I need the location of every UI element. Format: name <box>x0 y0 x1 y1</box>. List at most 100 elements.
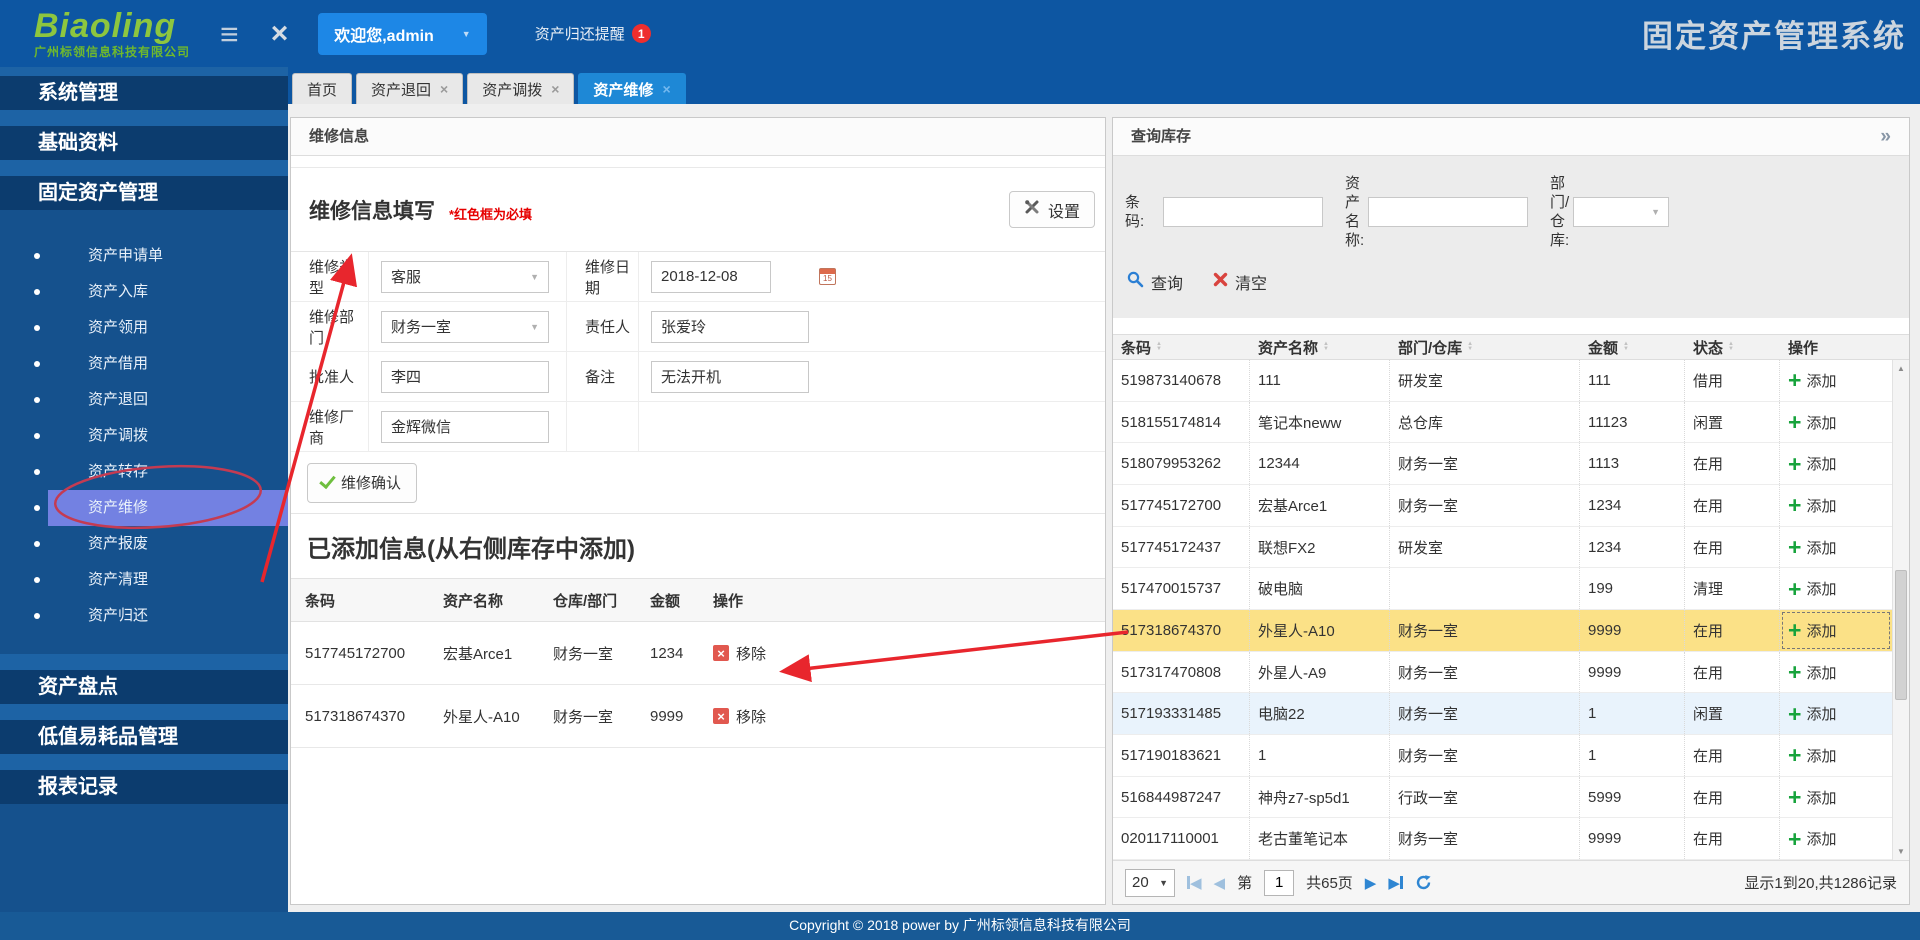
column-header[interactable]: 部门/仓库▲▼ <box>1390 335 1580 359</box>
remark-input[interactable] <box>651 361 809 393</box>
table-row[interactable]: 517745172700宏基Arce1财务一室1234在用+添加 <box>1113 485 1892 527</box>
add-button[interactable]: +添加 <box>1788 453 1836 474</box>
add-button[interactable]: +添加 <box>1788 620 1836 641</box>
cell: 517745172700 <box>1113 485 1250 526</box>
cell: 517318674370 <box>291 685 429 747</box>
table-row[interactable]: 517470015737破电脑199清理+添加 <box>1113 568 1892 610</box>
prev-page-button[interactable]: ◀ <box>1214 874 1226 892</box>
sort-icon[interactable]: ▲▼ <box>1467 342 1473 352</box>
add-button[interactable]: +添加 <box>1788 370 1836 391</box>
hamburger-menu-icon[interactable]: ≡ <box>220 18 239 50</box>
add-button[interactable]: +添加 <box>1788 495 1836 516</box>
sidebar-section[interactable]: 系统管理 <box>0 76 288 110</box>
scrollbar-thumb[interactable] <box>1895 570 1907 700</box>
table-row[interactable]: 517745172437联想FX2研发室1234在用+添加 <box>1113 527 1892 569</box>
table-row[interactable]: 518155174814笔记本neww总仓库11123闲置+添加 <box>1113 402 1892 444</box>
name-search-input[interactable] <box>1368 197 1528 227</box>
sort-icon[interactable]: ▲▼ <box>1156 342 1162 352</box>
tab-资产维修[interactable]: 资产维修× <box>578 73 685 104</box>
scroll-up-icon[interactable]: ▲ <box>1893 360 1909 377</box>
sort-icon[interactable]: ▲▼ <box>1323 342 1329 352</box>
owner-input[interactable] <box>651 311 809 343</box>
scrollbar[interactable]: ▲ ▼ <box>1892 360 1909 860</box>
page-size-select[interactable]: 20 ▼ <box>1125 869 1175 897</box>
sidebar-item[interactable]: 资产领用 <box>0 310 288 346</box>
vendor-label: 维修厂商 <box>291 402 369 452</box>
add-button[interactable]: +添加 <box>1788 787 1836 808</box>
sidebar-item[interactable]: 资产报废 <box>0 526 288 562</box>
column-header[interactable]: 状态▲▼ <box>1685 335 1780 359</box>
sidebar-section[interactable]: 低值易耗品管理 <box>0 720 288 754</box>
user-menu-button[interactable]: 欢迎您,admin ▼ <box>318 13 487 55</box>
page-number-input[interactable] <box>1264 870 1294 896</box>
tab-close-icon[interactable]: × <box>440 81 448 97</box>
repair-type-select[interactable]: 客服 ▼ <box>381 261 549 293</box>
column-header[interactable]: 条码▲▼ <box>1113 335 1250 359</box>
sidebar-item[interactable]: 资产维修 <box>0 490 288 526</box>
column-header[interactable]: 资产名称▲▼ <box>1250 335 1390 359</box>
refresh-button[interactable] <box>1415 874 1432 891</box>
table-row[interactable]: 517318674370外星人-A10财务一室9999在用+添加 <box>1113 610 1892 652</box>
cell: 517745172700 <box>291 622 429 684</box>
add-button[interactable]: +添加 <box>1788 703 1836 724</box>
sidebar-item[interactable]: 资产归还 <box>0 598 288 634</box>
sort-icon[interactable]: ▲▼ <box>1728 342 1734 352</box>
table-row[interactable]: 516844987247神舟z7-sp5d1行政一室5999在用+添加 <box>1113 777 1892 819</box>
table-row[interactable]: 517193331485电脑22财务一室1闲置+添加 <box>1113 693 1892 735</box>
sidebar-item[interactable]: 资产申请单 <box>0 238 288 274</box>
barcode-search-input[interactable] <box>1163 197 1323 227</box>
sidebar-section[interactable]: 资产盘点 <box>0 670 288 704</box>
repair-confirm-button[interactable]: 维修确认 <box>307 463 417 503</box>
next-page-button[interactable]: ▶ <box>1365 874 1377 892</box>
add-button[interactable]: +添加 <box>1788 412 1836 433</box>
tab-资产调拨[interactable]: 资产调拨× <box>467 73 574 104</box>
sidebar-item[interactable]: 资产转存 <box>0 454 288 490</box>
last-page-button[interactable]: ▶ <box>1388 874 1403 892</box>
table-row[interactable]: 5171901836211财务一室1在用+添加 <box>1113 735 1892 777</box>
tab-close-icon[interactable]: × <box>551 81 559 97</box>
tab-首页[interactable]: 首页 <box>292 73 352 104</box>
remove-button[interactable]: ×移除 <box>713 706 766 727</box>
tab-close-icon[interactable]: × <box>662 81 670 97</box>
asset-return-reminder[interactable]: 资产归还提醒 1 <box>535 23 651 44</box>
column-header[interactable]: 金额▲▼ <box>1580 335 1685 359</box>
first-page-button[interactable]: ◀ <box>1187 874 1202 892</box>
logo: Biaoling 广州标领信息科技有限公司 <box>34 9 190 58</box>
calendar-icon[interactable] <box>819 268 836 285</box>
add-button[interactable]: +添加 <box>1788 537 1836 558</box>
clear-button[interactable]: 清空 <box>1213 270 1267 294</box>
add-button[interactable]: +添加 <box>1788 578 1836 599</box>
repair-dept-select[interactable]: 财务一室 ▼ <box>381 311 549 343</box>
table-row[interactable]: 517317470808外星人-A9财务一室9999在用+添加 <box>1113 652 1892 694</box>
record-summary: 显示1到20,共1286记录 <box>1744 872 1897 893</box>
collapse-chevrons-icon[interactable]: » <box>1880 118 1891 155</box>
sidebar-item[interactable]: 资产调拨 <box>0 418 288 454</box>
remove-button[interactable]: ×移除 <box>713 643 766 664</box>
close-icon[interactable]: × <box>271 19 289 49</box>
approver-input[interactable] <box>381 361 549 393</box>
table-row[interactable]: 519873140678111研发室111借用+添加 <box>1113 360 1892 402</box>
add-button[interactable]: +添加 <box>1788 745 1836 766</box>
repair-date-input[interactable] <box>651 261 771 293</box>
tab-资产退回[interactable]: 资产退回× <box>356 73 463 104</box>
sidebar-item[interactable]: 资产退回 <box>0 382 288 418</box>
sidebar-item[interactable]: 资产入库 <box>0 274 288 310</box>
table-row[interactable]: 020117110001老古董笔记本财务一室9999在用+添加 <box>1113 818 1892 860</box>
sidebar-item[interactable]: 资产清理 <box>0 562 288 598</box>
vendor-input[interactable] <box>381 411 549 443</box>
scroll-down-icon[interactable]: ▼ <box>1893 843 1909 860</box>
table-row[interactable]: 51807995326212344财务一室1113在用+添加 <box>1113 443 1892 485</box>
settings-button[interactable]: 设置 <box>1009 191 1095 228</box>
sidebar-section[interactable]: 报表记录 <box>0 770 288 804</box>
cell: 财务一室 <box>1390 693 1580 734</box>
bullet-icon <box>34 361 40 367</box>
sort-icon[interactable]: ▲▼ <box>1623 342 1629 352</box>
column-header[interactable]: 操作 <box>1780 335 1892 359</box>
sidebar-item[interactable]: 资产借用 <box>0 346 288 382</box>
add-button[interactable]: +添加 <box>1788 662 1836 683</box>
sidebar-section[interactable]: 固定资产管理 <box>0 176 288 210</box>
add-button[interactable]: +添加 <box>1788 828 1836 849</box>
query-button[interactable]: 查询 <box>1127 270 1183 294</box>
sidebar-section[interactable]: 基础资料 <box>0 126 288 160</box>
dept-search-select[interactable]: ▼ <box>1573 197 1669 227</box>
